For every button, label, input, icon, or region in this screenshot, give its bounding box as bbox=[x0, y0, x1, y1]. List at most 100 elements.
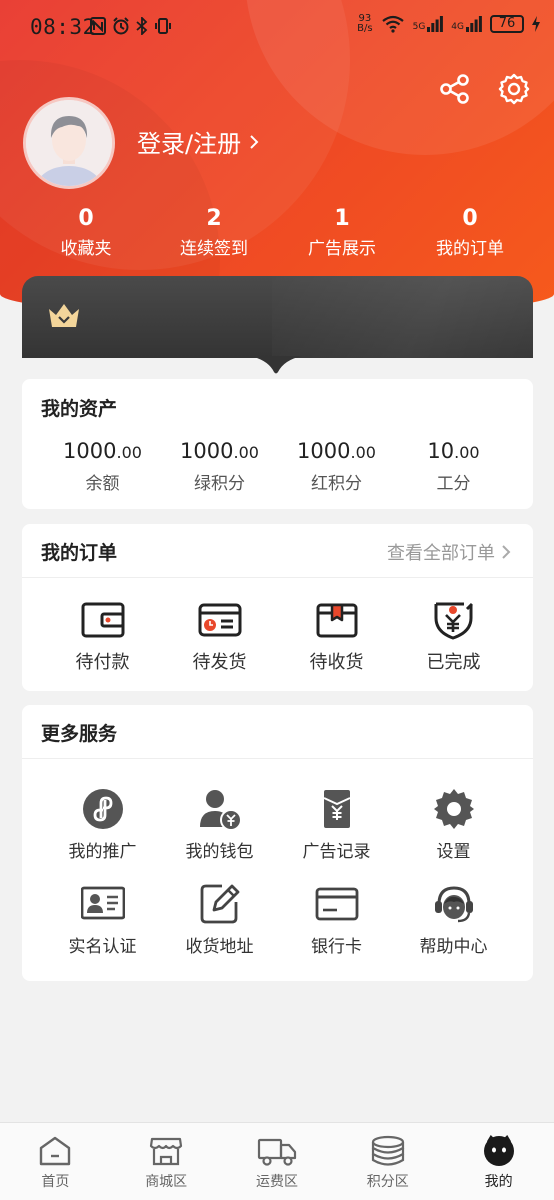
stat-my-orders[interactable]: 0 我的订单 bbox=[406, 206, 534, 259]
order-pending-payment[interactable]: 待付款 bbox=[44, 600, 161, 674]
asset-value: 10.00 bbox=[395, 439, 512, 465]
nav-points[interactable]: 积分区 bbox=[332, 1123, 443, 1200]
assets-list: 1000.00 余额 1000.00 绿积分 1000.00 红积分 10.00… bbox=[22, 439, 533, 494]
store-icon bbox=[150, 1137, 183, 1166]
edit-address-icon bbox=[200, 884, 239, 924]
asset-label: 工分 bbox=[436, 474, 471, 494]
assets-card: 我的资产 1000.00 余额 1000.00 绿积分 1000.00 红积分 … bbox=[22, 379, 533, 509]
network-speed-unit: B/s bbox=[357, 23, 373, 34]
view-all-orders-label: 查看全部订单 bbox=[387, 543, 495, 564]
asset-decimal: .00 bbox=[454, 443, 480, 462]
nav-mine[interactable]: 我的 bbox=[443, 1123, 554, 1200]
bluetooth-icon bbox=[136, 17, 148, 35]
asset-green-points[interactable]: 1000.00 绿积分 bbox=[161, 439, 278, 494]
asset-value: 1000.00 bbox=[44, 439, 161, 465]
network-speed: 93 B/s bbox=[357, 14, 372, 34]
stat-label: 广告展示 bbox=[308, 239, 376, 259]
promotion-icon bbox=[82, 789, 123, 829]
asset-label: 红积分 bbox=[311, 474, 362, 494]
services-card: 更多服务 我的推广 我的钱包 广告记录 设置 实名认证 收货地址 银行卡 帮助中… bbox=[22, 705, 533, 981]
id-card-icon bbox=[80, 886, 125, 920]
stat-label: 连续签到 bbox=[180, 239, 248, 259]
default-avatar-icon bbox=[26, 100, 112, 186]
status-bar: 08:32 93 B/s 5G 4G 76 bbox=[0, 0, 554, 56]
status-right-icons: 93 B/s 5G 4G 76 bbox=[357, 14, 540, 34]
status-time: 08:32 bbox=[30, 15, 96, 39]
user-wallet-icon bbox=[199, 790, 242, 831]
home-icon bbox=[40, 1136, 71, 1166]
signal-bars-icon bbox=[427, 16, 444, 32]
asset-balance[interactable]: 1000.00 余额 bbox=[44, 439, 161, 494]
signal-4g: 4G bbox=[451, 16, 482, 32]
order-status-list: 待付款 待发货 待收货 已完成 bbox=[22, 600, 533, 674]
stat-label: 收藏夹 bbox=[60, 239, 112, 259]
service-shipping-address[interactable]: 收货地址 bbox=[161, 882, 278, 957]
asset-label: 绿积分 bbox=[194, 474, 245, 494]
service-label: 广告记录 bbox=[302, 842, 371, 862]
battery-indicator: 76 bbox=[490, 15, 524, 33]
nav-mall[interactable]: 商城区 bbox=[111, 1123, 222, 1200]
vip-card-sheen bbox=[272, 276, 533, 358]
order-completed[interactable]: 已完成 bbox=[395, 600, 512, 674]
service-my-promotion[interactable]: 我的推广 bbox=[44, 787, 161, 862]
order-status-label: 待付款 bbox=[75, 652, 130, 673]
asset-int: 1000 bbox=[297, 439, 351, 463]
service-label: 帮助中心 bbox=[419, 937, 488, 957]
settings-gear-icon[interactable] bbox=[497, 72, 531, 106]
nfc-icon bbox=[90, 17, 106, 35]
vip-card[interactable] bbox=[22, 276, 533, 358]
login-register-link[interactable]: 登录/注册 bbox=[137, 124, 259, 159]
truck-icon bbox=[257, 1138, 297, 1166]
user-stats: 0 收藏夹 2 连续签到 1 广告展示 0 我的订单 bbox=[22, 206, 534, 259]
orders-title: 我的订单 bbox=[41, 542, 118, 564]
asset-decimal: .00 bbox=[350, 443, 376, 462]
order-status-label: 待发货 bbox=[192, 652, 247, 673]
order-status-label: 已完成 bbox=[426, 652, 481, 673]
package-box-icon bbox=[316, 603, 357, 638]
avatar[interactable] bbox=[23, 97, 115, 189]
order-pending-shipment[interactable]: 待发货 bbox=[161, 600, 278, 674]
stat-checkin[interactable]: 2 连续签到 bbox=[150, 206, 278, 259]
profile-header: 08:32 93 B/s 5G 4G 76 登录/注册 0 收藏夹 2 连续签到… bbox=[0, 0, 554, 316]
asset-int: 1000 bbox=[180, 439, 234, 463]
charging-icon bbox=[532, 16, 540, 32]
nav-freight[interactable]: 运费区 bbox=[222, 1123, 333, 1200]
service-bank-card[interactable]: 银行卡 bbox=[278, 882, 395, 957]
share-icon[interactable] bbox=[438, 72, 472, 106]
service-settings[interactable]: 设置 bbox=[395, 787, 512, 862]
view-all-orders-link[interactable]: 查看全部订单 bbox=[387, 539, 511, 565]
asset-red-points[interactable]: 1000.00 红积分 bbox=[278, 439, 395, 494]
stat-value: 2 bbox=[206, 206, 222, 231]
nav-home[interactable]: 首页 bbox=[0, 1123, 111, 1200]
asset-value: 1000.00 bbox=[278, 439, 395, 465]
order-status-label: 待收货 bbox=[309, 652, 364, 673]
service-my-wallet[interactable]: 我的钱包 bbox=[161, 787, 278, 862]
service-help-center[interactable]: 帮助中心 bbox=[395, 882, 512, 957]
asset-decimal: .00 bbox=[116, 443, 142, 462]
vibrate-icon bbox=[155, 18, 171, 34]
stat-favorites[interactable]: 0 收藏夹 bbox=[22, 206, 150, 259]
stat-value: 0 bbox=[78, 206, 94, 231]
profile-icon bbox=[483, 1135, 514, 1166]
services-grid: 我的推广 我的钱包 广告记录 设置 实名认证 收货地址 银行卡 帮助中心 bbox=[44, 787, 512, 957]
ad-record-icon bbox=[323, 790, 350, 828]
asset-work-points[interactable]: 10.00 工分 bbox=[395, 439, 512, 494]
coins-icon bbox=[371, 1135, 404, 1166]
stat-value: 0 bbox=[462, 206, 478, 231]
login-register-label: 登录/注册 bbox=[137, 130, 242, 158]
vip-card-notch bbox=[250, 356, 302, 374]
service-real-name-auth[interactable]: 实名认证 bbox=[44, 882, 161, 957]
stat-ad-display[interactable]: 1 广告展示 bbox=[278, 206, 406, 259]
services-title: 更多服务 bbox=[41, 723, 118, 745]
service-ad-records[interactable]: 广告记录 bbox=[278, 787, 395, 862]
asset-value: 1000.00 bbox=[161, 439, 278, 465]
signal-bars-icon bbox=[466, 16, 482, 32]
chevron-right-icon bbox=[250, 134, 259, 149]
signal-4g-label: 4G bbox=[451, 22, 464, 32]
nav-label: 我的 bbox=[484, 1174, 513, 1190]
nav-label: 积分区 bbox=[366, 1174, 409, 1190]
order-pending-receipt[interactable]: 待收货 bbox=[278, 600, 395, 674]
service-label: 银行卡 bbox=[311, 937, 362, 957]
bottom-navigation: 首页 商城区 运费区 积分区 我的 bbox=[0, 1122, 554, 1200]
nav-label: 运费区 bbox=[255, 1174, 298, 1190]
